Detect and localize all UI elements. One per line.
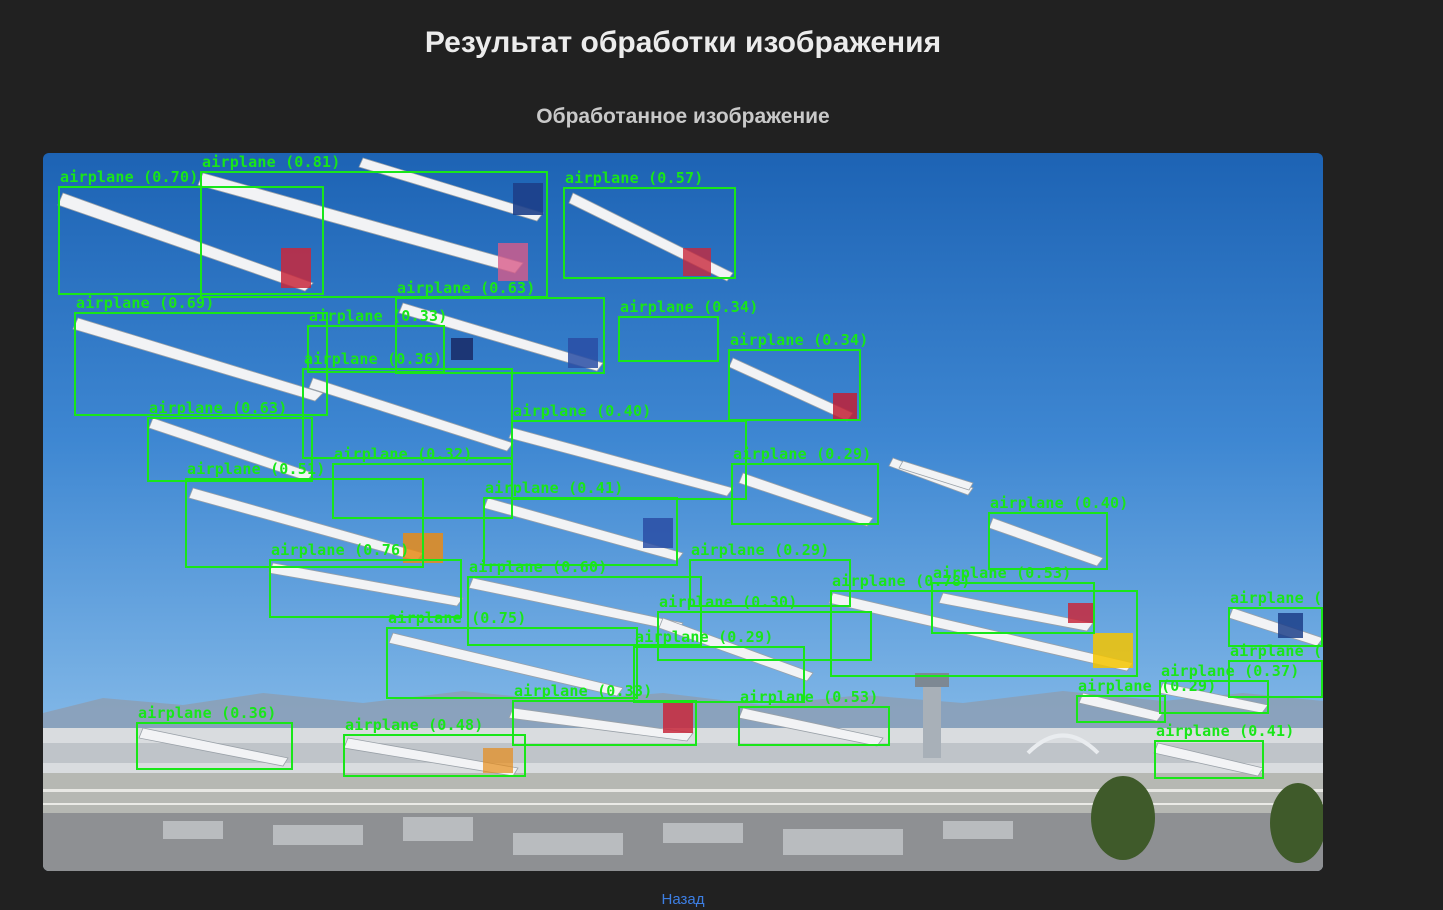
detection-label: airplane (0.48): [345, 716, 484, 734]
detection-boxes-layer: airplane (0.70) airplane (0.81) airplane…: [43, 153, 1323, 871]
section-title: Обработанное изображение: [536, 105, 830, 128]
detection-label: airplane (0.41): [485, 479, 624, 497]
detection-label: airplane (0.40): [513, 402, 652, 420]
page-title: Результат обработки изображения: [424, 26, 942, 59]
detection-label: airplane (0.29): [691, 541, 830, 559]
back-link[interactable]: Назад: [0, 891, 1366, 908]
detection-label: airplane (0.33): [514, 682, 653, 700]
detection-box: airplane (0.29): [731, 446, 879, 525]
detection-box: airplane (0.34): [728, 332, 868, 421]
page: Результат обработки изображения Обработа…: [0, 0, 1443, 910]
detection-label: airplane (0.36): [304, 350, 443, 368]
detection-label: airplane (0.63): [397, 279, 536, 297]
detection-label: airplane (0.34): [620, 298, 759, 316]
detection-box: airplane (0.40): [988, 495, 1128, 570]
detection-box: airplane (0.29): [1076, 678, 1216, 723]
detection-label: airplane (0.29): [635, 628, 774, 646]
detection-label: airplane (0.57): [565, 169, 704, 187]
detection-box: airplane (0.41): [483, 480, 678, 566]
detection-label: airplane (0.75): [388, 609, 527, 627]
detection-box: airplane (0.53): [931, 565, 1095, 634]
detection-label: airplane (0.41): [1156, 722, 1295, 740]
detection-box: airplane (0.: [1228, 590, 1323, 647]
detection-label: airplane (0.29): [733, 445, 872, 463]
detection-label: airplane (0.69): [76, 294, 215, 312]
detection-label: airplane (0.70): [60, 168, 199, 186]
detection-label: airplane (0.40): [990, 494, 1129, 512]
detection-label: airplane (0.32): [334, 445, 473, 463]
detection-label: airplane (0.: [1230, 642, 1323, 660]
detection-box: airplane (0.53): [738, 689, 890, 746]
detection-label: airplane (0.53): [740, 688, 879, 706]
detection-label: airplane (0.63): [149, 399, 288, 417]
detection-label: airplane (0.81): [202, 153, 341, 171]
detection-label: airplane (0.60): [469, 558, 608, 576]
detection-box: airplane (0.48): [343, 717, 526, 777]
detection-label: airplane (0.29): [1078, 677, 1217, 695]
detection-label: airplane (0.34): [730, 331, 869, 349]
detection-label: airplane (0.30): [659, 593, 798, 611]
detection-box: airplane (0.34): [618, 299, 758, 362]
detection-label: airplane (0.36): [138, 704, 277, 722]
detection-box: airplane (0.57): [563, 170, 736, 279]
detection-box: airplane (0.36): [136, 705, 293, 770]
processed-detection-image: airplane (0.70) airplane (0.81) airplane…: [43, 153, 1323, 871]
detection-box: airplane (0.33): [512, 683, 697, 746]
detection-label: airplane (0.51): [187, 460, 326, 478]
detection-label: airplane (0.76): [271, 541, 410, 559]
detection-box: airplane (0.41): [1154, 723, 1294, 779]
detection-label: airplane (0.33): [309, 307, 448, 325]
detection-label: airplane (0.53): [933, 564, 1072, 582]
detection-label: airplane (0.: [1230, 589, 1323, 607]
